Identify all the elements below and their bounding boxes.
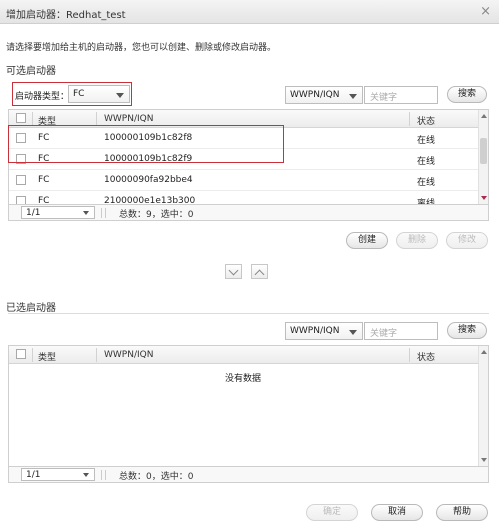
cancel-button[interactable]: 取消 bbox=[371, 504, 423, 521]
row-status: 离线 bbox=[417, 199, 436, 205]
selected-page-value: 1/1 bbox=[26, 470, 41, 480]
row-type: FC bbox=[38, 175, 50, 185]
chevron-down-icon bbox=[83, 211, 89, 215]
available-search-button[interactable]: 搜索 bbox=[447, 86, 487, 103]
selected-search-field-value: WWPN/IQN bbox=[290, 326, 340, 336]
select-all-checkbox[interactable] bbox=[16, 113, 26, 123]
available-search-input[interactable]: 关键字 bbox=[364, 86, 438, 104]
row-status: 在线 bbox=[417, 136, 436, 146]
available-search-field-select[interactable]: WWPN/IQN bbox=[285, 86, 363, 104]
available-page-value: 1/1 bbox=[26, 208, 41, 218]
selected-search-input[interactable]: 关键字 bbox=[364, 322, 438, 340]
available-search-field-value: WWPN/IQN bbox=[290, 90, 340, 100]
title-bar: 增加启动器：Redhat_test × bbox=[0, 0, 499, 24]
column-header-wwpn: WWPN/IQN bbox=[104, 114, 154, 124]
selected-search-button[interactable]: 搜索 bbox=[447, 322, 487, 339]
row-wwpn: 10000090fa92bbe4 bbox=[104, 175, 193, 185]
row-checkbox[interactable] bbox=[16, 196, 26, 204]
ok-button[interactable]: 确定 bbox=[306, 504, 358, 521]
row-status: 在线 bbox=[417, 178, 436, 188]
scroll-up-icon[interactable] bbox=[481, 350, 487, 354]
filter-highlight bbox=[12, 82, 132, 106]
chevron-down-icon bbox=[83, 473, 89, 477]
selected-pager: 1/1 总数：0，选中：0 bbox=[8, 467, 489, 483]
scroll-thumb[interactable] bbox=[480, 138, 487, 164]
dialog-title: 增加启动器：Redhat_test bbox=[6, 10, 126, 21]
available-page-select[interactable]: 1/1 bbox=[21, 206, 95, 219]
scroll-up-icon[interactable] bbox=[481, 114, 487, 118]
rows-highlight bbox=[8, 125, 284, 163]
help-button[interactable]: 帮助 bbox=[436, 504, 488, 521]
available-section-title: 可选启动器 bbox=[6, 66, 56, 77]
row-checkbox[interactable] bbox=[16, 175, 26, 185]
row-status: 在线 bbox=[417, 157, 436, 167]
chevron-up-icon bbox=[254, 269, 265, 280]
row-wwpn: 2100000e1e13b300 bbox=[104, 196, 196, 205]
table-header: 类型 WWPN/IQN 状态 bbox=[9, 346, 488, 364]
no-data-message: 没有数据 bbox=[225, 374, 262, 384]
column-header-type: 类型 bbox=[38, 353, 57, 363]
modify-button[interactable]: 修改 bbox=[446, 232, 488, 249]
available-pager: 1/1 总数：9，选中：0 bbox=[8, 205, 489, 221]
section-divider bbox=[8, 313, 489, 314]
available-table-scrollbar[interactable] bbox=[478, 110, 488, 204]
selected-initiators-table: 类型 WWPN/IQN 状态 没有数据 bbox=[8, 345, 489, 467]
selected-summary: 总数：0，选中：0 bbox=[119, 472, 194, 482]
available-search-placeholder: 关键字 bbox=[370, 93, 398, 103]
select-all-checkbox[interactable] bbox=[16, 349, 26, 359]
chevron-down-icon bbox=[349, 94, 357, 99]
delete-button[interactable]: 删除 bbox=[396, 232, 438, 249]
close-icon[interactable]: × bbox=[480, 4, 491, 19]
selected-table-scrollbar[interactable] bbox=[478, 346, 488, 466]
selected-search-placeholder: 关键字 bbox=[370, 329, 398, 339]
create-button[interactable]: 创建 bbox=[346, 232, 388, 249]
column-header-wwpn: WWPN/IQN bbox=[104, 350, 154, 360]
table-row[interactable]: FC 10000090fa92bbe4 在线 bbox=[9, 170, 479, 191]
available-summary: 总数：9，选中：0 bbox=[119, 210, 194, 220]
table-row[interactable]: FC 2100000e1e13b300 离线 bbox=[9, 191, 479, 205]
column-header-status: 状态 bbox=[417, 117, 436, 127]
selected-section-title: 已选启动器 bbox=[6, 303, 56, 314]
move-down-button[interactable] bbox=[225, 264, 242, 279]
chevron-down-icon bbox=[349, 330, 357, 335]
selected-page-select[interactable]: 1/1 bbox=[21, 468, 95, 481]
scroll-down-icon[interactable] bbox=[481, 458, 487, 462]
move-up-button[interactable] bbox=[251, 264, 268, 280]
dialog-description: 请选择要增加给主机的启动器，您也可以创建、删除或修改启动器。 bbox=[6, 43, 277, 53]
column-header-status: 状态 bbox=[417, 353, 436, 363]
row-type: FC bbox=[38, 196, 50, 205]
selected-search-field-select[interactable]: WWPN/IQN bbox=[285, 322, 363, 340]
chevron-down-icon bbox=[228, 265, 239, 276]
scroll-down-icon[interactable] bbox=[481, 196, 487, 200]
